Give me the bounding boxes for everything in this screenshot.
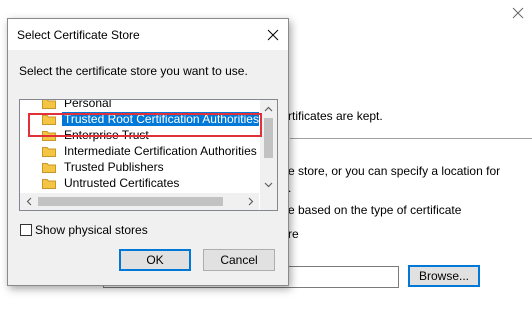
dialog-title: Select Certificate Store — [17, 28, 140, 42]
folder-icon — [42, 100, 56, 109]
browse-button[interactable]: Browse... — [408, 265, 480, 287]
tree-item-intermediate[interactable]: Intermediate Certification Authorities — [20, 143, 259, 159]
checkbox-box[interactable] — [20, 224, 32, 236]
background-text-line: e store, or you can specify a location f… — [288, 164, 501, 178]
tree-item-label: Intermediate Certification Authorities — [64, 144, 257, 158]
chevron-left-icon — [26, 197, 31, 206]
tree-item-label: Trusted Publishers — [64, 160, 164, 174]
chevron-right-icon — [248, 197, 253, 206]
scroll-thumb[interactable] — [38, 197, 223, 206]
scroll-up-button[interactable] — [260, 100, 277, 117]
chevron-down-icon — [264, 182, 273, 187]
vertical-scrollbar[interactable] — [260, 100, 277, 193]
folder-icon — [42, 179, 56, 189]
tree-item-label: Untrusted Certificates — [64, 176, 180, 190]
scroll-thumb[interactable] — [264, 118, 273, 158]
chevron-up-icon — [264, 106, 273, 111]
close-icon — [267, 29, 279, 40]
cancel-button[interactable]: Cancel — [203, 249, 275, 271]
scroll-left-button[interactable] — [20, 193, 37, 210]
ok-button[interactable]: OK — [119, 249, 191, 271]
tree-item-trusted-publishers[interactable]: Trusted Publishers — [20, 159, 259, 175]
tree-item-label: Personal — [64, 100, 112, 110]
background-text-line: e based on the type of certificate — [288, 203, 462, 217]
background-text-line: rtificates are kept. — [288, 109, 383, 123]
scroll-down-button[interactable] — [260, 176, 277, 193]
close-button[interactable] — [258, 19, 288, 50]
title-bar: Select Certificate Store — [8, 19, 288, 50]
checkbox-label: Show physical stores — [35, 223, 148, 237]
tree-item-personal[interactable]: Personal — [20, 100, 259, 111]
scroll-corner — [260, 193, 277, 210]
annotation-highlight-box — [28, 113, 262, 137]
folder-icon — [42, 163, 56, 173]
background-text-line: re — [288, 227, 299, 241]
background-separator — [290, 138, 532, 139]
background-close-icon[interactable] — [511, 6, 525, 20]
horizontal-scrollbar[interactable] — [20, 193, 259, 210]
tree-item-untrusted[interactable]: Untrusted Certificates — [20, 175, 259, 191]
scroll-right-button[interactable] — [242, 193, 259, 210]
folder-icon — [42, 147, 56, 157]
dialog-prompt: Select the certificate store you want to… — [19, 64, 248, 78]
select-certificate-store-dialog: Select Certificate Store Select the cert… — [7, 18, 289, 286]
